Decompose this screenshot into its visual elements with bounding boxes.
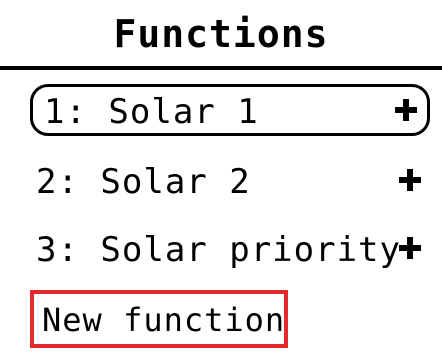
function-item-solar-2[interactable]: 2: Solar 2 [0,152,442,212]
function-item-label: 2: Solar 2 [36,162,251,202]
function-item-label: 3: Solar priority [36,230,401,270]
plus-icon [392,96,420,124]
functions-screen: Functions 1: Solar 1 2: Solar 2 3: Solar… [0,0,442,358]
function-item-solar-1[interactable]: 1: Solar 1 [0,82,442,142]
page-title: Functions [113,12,329,56]
function-item-solar-priority[interactable]: 3: Solar priority [0,220,442,280]
header-bar: Functions [0,0,442,70]
new-function-label: New function [42,301,286,339]
plus-icon [396,166,424,194]
new-function-button[interactable]: New function [30,290,288,348]
function-item-label: 1: Solar 1 [44,92,259,132]
plus-icon [396,234,424,262]
